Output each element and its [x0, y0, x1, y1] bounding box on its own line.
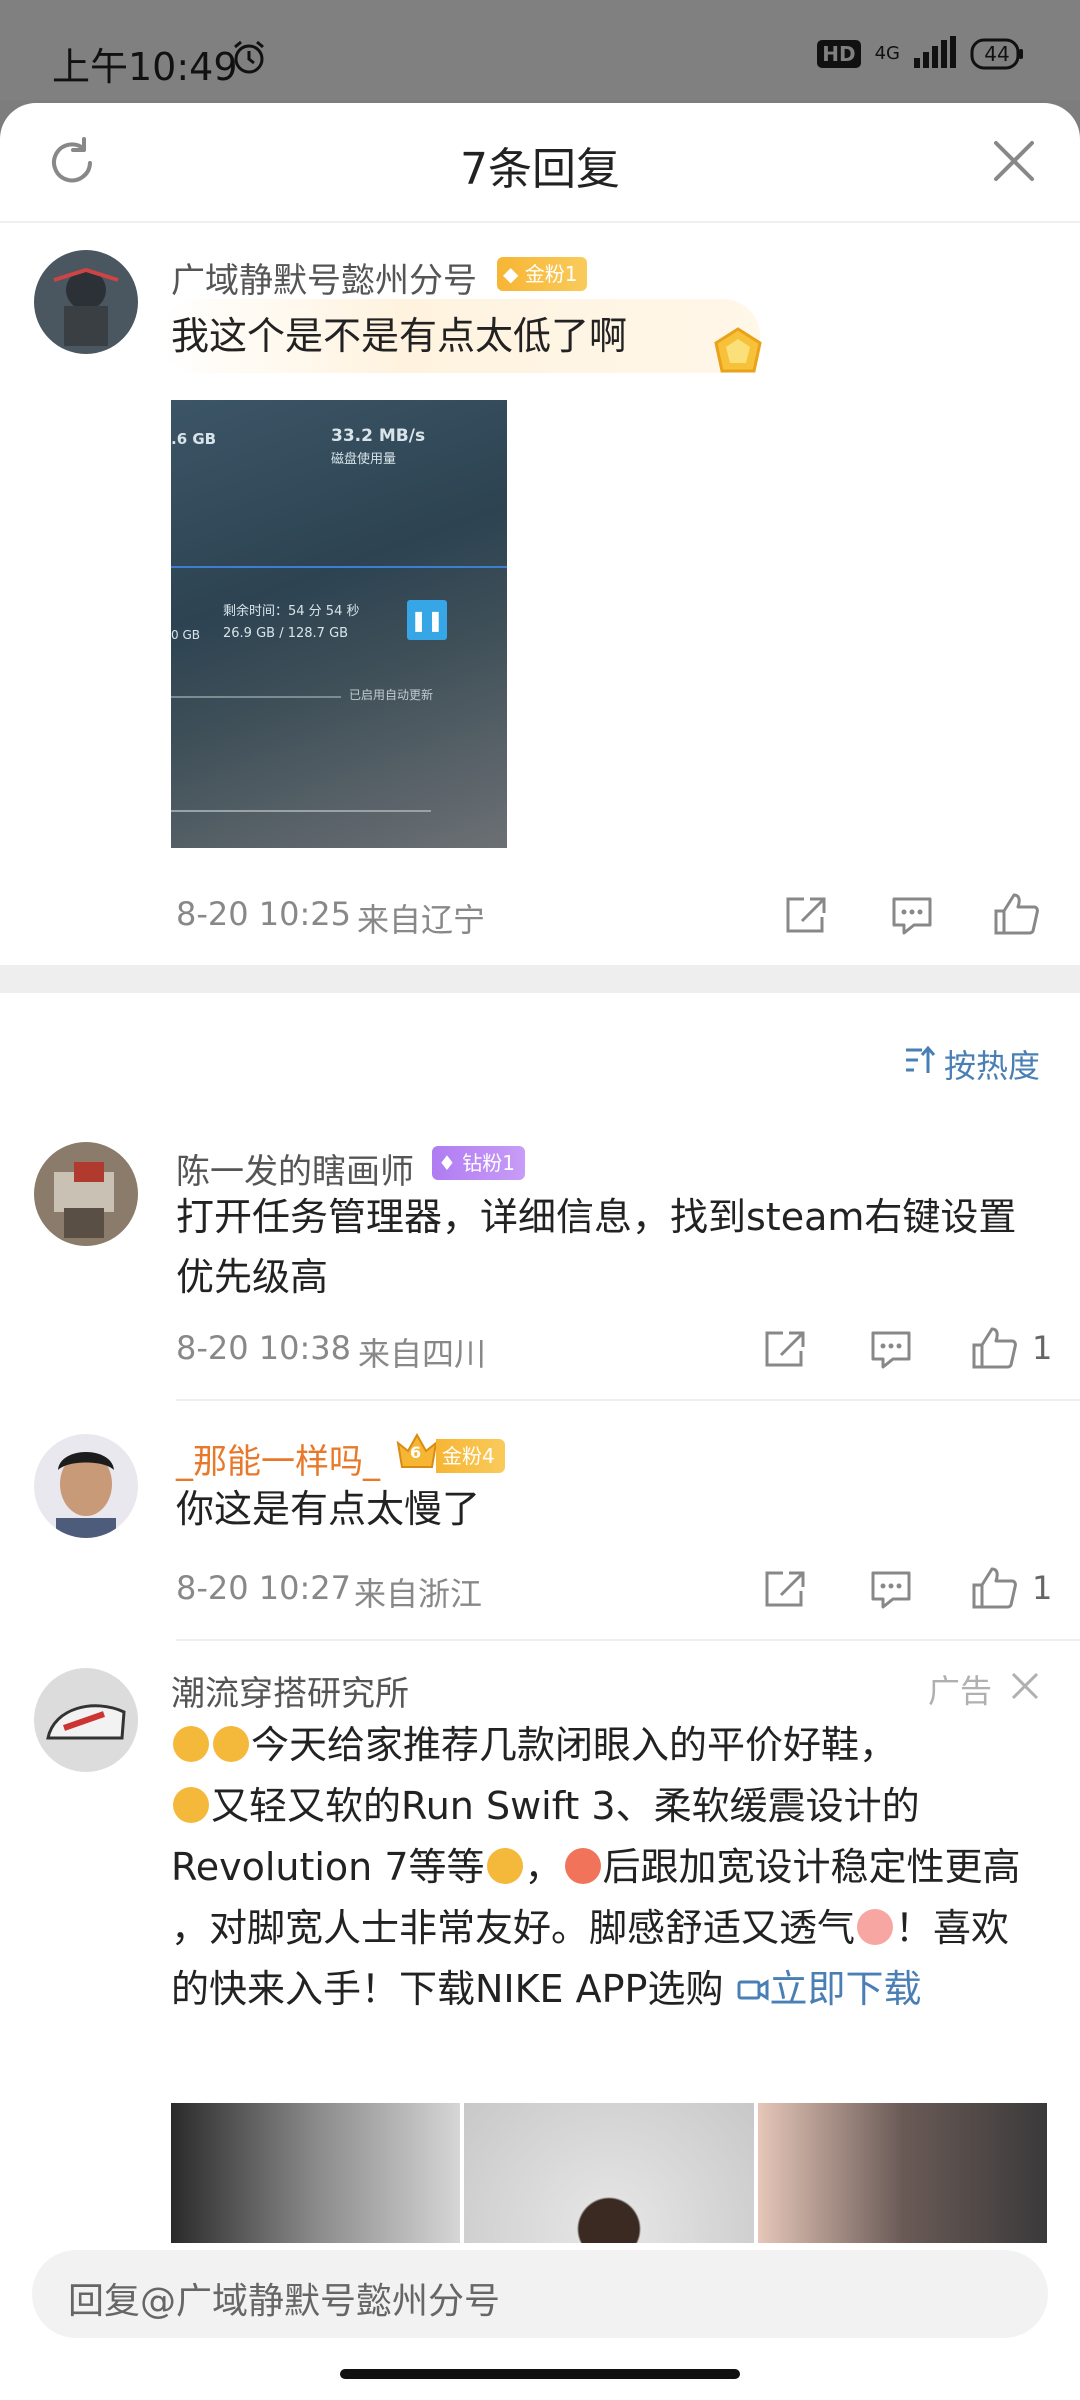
comment-icon[interactable]: [869, 1329, 913, 1375]
image-divider: [171, 696, 341, 698]
home-indicator[interactable]: [340, 2369, 740, 2379]
comment-location: 来自四川: [358, 1335, 487, 1373]
ad-tag: 广告: [927, 1672, 992, 1710]
like-count: 1: [1032, 1569, 1053, 1607]
comment-image[interactable]: .6 GB 33.2 MB/s 磁盘使用量 剩余时间：54 分 54 秒 0 G…: [171, 400, 507, 848]
ad-text-part: 今天给家推荐几款闭眼入的平价好鞋，: [251, 1723, 898, 1767]
section-divider: [0, 965, 1080, 993]
battery-level: 44: [984, 42, 1010, 66]
fan-badge-label: 钻粉1: [462, 1151, 516, 1175]
ad-text: 今天给家推荐几款闭眼入的平价好鞋， 又轻又软的Run Swift 3、柔软缓震设…: [171, 1715, 1031, 2020]
comment-date: 8-20 10:38: [176, 1329, 352, 1367]
image-text-disk: 磁盘使用量: [331, 452, 397, 467]
image-text-progress: 26.9 GB / 128.7 GB: [223, 626, 349, 641]
status-icons: HD 4G 44: [817, 36, 1024, 72]
signal-icon: [914, 36, 956, 72]
pig-emoji-icon: [564, 1848, 601, 1884]
image-text-prefix: 0 GB: [171, 628, 200, 642]
reply-placeholder: 回复@广域静默号懿州分号: [68, 2281, 501, 2322]
crying-emoji-icon: [173, 1726, 209, 1762]
fan-badge: ◆ 金粉1: [497, 257, 588, 291]
like-icon[interactable]: [992, 891, 1040, 941]
battery-icon: 44: [970, 37, 1024, 71]
comment-icon[interactable]: [869, 1569, 913, 1615]
ad-image[interactable]: [171, 2103, 461, 2243]
ad-images[interactable]: [171, 2103, 1047, 2243]
ad-image[interactable]: [757, 2103, 1047, 2243]
fan-badge-label: 金粉4: [442, 1444, 495, 1468]
comment-location: 来自浙江: [354, 1575, 483, 1613]
alarm-icon: [230, 38, 268, 80]
comment-icon[interactable]: [890, 895, 934, 941]
fan-badge: ♦ 钻粉1: [432, 1146, 526, 1180]
share-icon[interactable]: [763, 1569, 807, 1613]
comment-text: 你这是有点太慢了: [176, 1487, 481, 1531]
like-icon[interactable]: [970, 1325, 1018, 1375]
image-progress-line: [171, 566, 507, 568]
laughing-emoji-icon: [173, 1787, 209, 1823]
comment-location: 来自辽宁: [357, 901, 486, 939]
comment-text: 打开任务管理器，详细信息，找到steam右键设置优先级高: [176, 1195, 1017, 1299]
fan-level-number: 6: [410, 1443, 422, 1462]
sort-toggle[interactable]: 按热度: [904, 1041, 1040, 1087]
medal-icon: [706, 325, 770, 385]
username[interactable]: 潮流穿搭研究所: [171, 1666, 409, 1715]
crying-emoji-icon: [213, 1726, 249, 1762]
ad-text-part: ，: [524, 1845, 563, 1889]
network-type: 4G: [874, 43, 900, 64]
image-text-auto-update: 已启用自动更新: [349, 688, 434, 702]
image-text-size: .6 GB: [171, 430, 217, 448]
like-icon[interactable]: [970, 1565, 1018, 1615]
close-icon[interactable]: [992, 139, 1036, 187]
sheet-header: 7条回复: [0, 103, 1080, 223]
ad-download-link[interactable]: 立即下载: [736, 1967, 922, 2011]
image-text-speed: 33.2 MB/s: [331, 426, 426, 446]
status-time: 上午10:49: [52, 45, 238, 89]
image-pause-icon: ❚❚: [407, 600, 447, 640]
link-icon: [737, 1979, 769, 2001]
reply-input[interactable]: 回复@广域静默号懿州分号: [32, 2250, 1048, 2338]
share-icon[interactable]: [763, 1329, 807, 1373]
comment-date: 8-20 10:27: [176, 1569, 352, 1607]
avatar[interactable]: [34, 1142, 138, 1246]
page-title: 7条回复: [460, 144, 620, 195]
fan-badge: 金粉4: [436, 1439, 505, 1473]
fan-badge-label: 金粉1: [524, 262, 578, 286]
row-divider: [176, 1639, 1080, 1641]
row-divider: [176, 1399, 1080, 1401]
avatar[interactable]: [34, 250, 138, 354]
flower-emoji-icon: [857, 1909, 894, 1945]
crown-icon: ◆: [503, 262, 525, 286]
surprised-emoji-icon: [486, 1848, 523, 1884]
ad-link-label: 立即下载: [769, 1967, 922, 2011]
username[interactable]: _那能一样吗_: [176, 1434, 380, 1483]
diamond-icon: ♦: [438, 1151, 463, 1175]
comment-text: 我这个是不是有点太低了啊: [171, 314, 628, 358]
username[interactable]: 陈一发的瞎画师: [176, 1144, 414, 1193]
ad-close-icon[interactable]: [1010, 1671, 1040, 1705]
replies-sheet: 7条回复 广域静默号懿州分号 ◆ 金粉1 我这个是不是有点太低了啊 .6 GB …: [0, 103, 1080, 2400]
hd-icon: HD: [817, 40, 861, 68]
sort-icon: [904, 1045, 936, 1083]
ad-image[interactable]: [464, 2103, 754, 2243]
comment-date: 8-20 10:25: [176, 895, 352, 933]
image-divider-2: [171, 810, 431, 812]
image-text-remaining: 剩余时间：54 分 54 秒: [223, 604, 360, 619]
status-bar: 上午10:49 HD 4G 44: [0, 0, 1080, 100]
like-count: 1: [1032, 1329, 1053, 1367]
share-icon[interactable]: [784, 895, 828, 939]
sort-label: 按热度: [943, 1047, 1040, 1085]
avatar[interactable]: [34, 1668, 138, 1772]
avatar[interactable]: [34, 1434, 138, 1538]
username[interactable]: 广域静默号懿州分号: [171, 253, 477, 302]
